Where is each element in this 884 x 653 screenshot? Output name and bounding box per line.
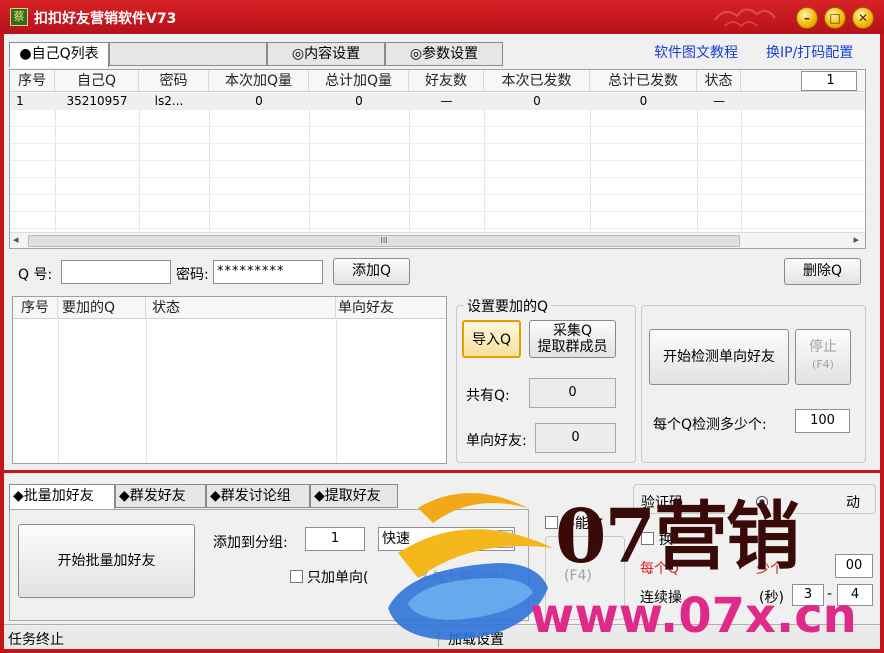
import-q-button[interactable]: 导入Q xyxy=(462,320,521,358)
column-header[interactable]: 状态 xyxy=(146,297,336,319)
tab-content-settings[interactable]: ◎内容设置 xyxy=(267,42,385,66)
scroll-thumb[interactable]: III xyxy=(28,235,740,247)
auto-label: 动 xyxy=(846,495,860,511)
total-q-label: 共有Q: xyxy=(466,388,510,404)
total-q-value: 0 xyxy=(529,378,616,408)
maximize-button[interactable]: □ xyxy=(824,7,846,29)
column-header[interactable]: 要加的Q xyxy=(58,297,146,319)
qq-input[interactable] xyxy=(61,260,171,284)
stop-button-line1: 停止 xyxy=(809,339,837,355)
tab-own-q-list[interactable]: ●自己Q列表 xyxy=(9,42,109,68)
password-label: 密码: xyxy=(176,267,209,283)
close-button[interactable]: ✕ xyxy=(852,7,874,29)
start-batch-add-button[interactable]: 开始批量加好友 xyxy=(18,524,195,598)
column-header[interactable]: 状态 xyxy=(697,70,741,92)
cell-password: ls2... xyxy=(154,94,184,108)
collect-button-line1: 采集Q xyxy=(552,323,593,339)
scroll-right-icon[interactable]: ▸ xyxy=(853,233,859,246)
horizontal-scrollbar[interactable]: ◂ III ▸ xyxy=(10,232,865,248)
watermark-url: www.07x.cn xyxy=(530,588,857,644)
oneway-only-label: 只加单向( xyxy=(307,570,369,586)
tab-param-settings[interactable]: ◎参数设置 xyxy=(385,42,503,66)
scroll-left-icon[interactable]: ◂ xyxy=(13,233,19,246)
tab-batch-add[interactable]: ◆批量加好友 xyxy=(9,484,115,510)
change-ip-link[interactable]: 换IP/打码配置 xyxy=(766,42,853,62)
account-table[interactable]: 序号 自己Q 密码 本次加Q量 总计加Q量 好友数 本次已发数 总计已发数 状态… xyxy=(9,69,866,249)
cell-session-sent: 0 xyxy=(533,94,541,108)
delete-q-button[interactable]: 删除Q xyxy=(784,258,861,285)
per-q-detect-label: 每个Q检测多少个: xyxy=(653,417,767,433)
cloud-ornament-icon xyxy=(714,8,776,28)
column-header[interactable]: 序号 xyxy=(10,70,55,92)
collect-button-line2: 提取群成员 xyxy=(537,339,608,355)
window-title: 扣扣好友营销软件V73 xyxy=(34,11,177,27)
tab-mass-friends[interactable]: ◆群发好友 xyxy=(115,484,206,508)
app-window: 蔡 扣扣好友营销软件V73 – □ ✕ ●自己Q列表 ◎内容设置 ◎参数设置 软… xyxy=(0,0,884,653)
stop-button-line2: (F4) xyxy=(812,358,834,371)
column-header[interactable]: 本次加Q量 xyxy=(209,70,309,92)
tutorial-link[interactable]: 软件图文教程 xyxy=(654,42,738,62)
collect-members-button[interactable]: 采集Q 提取群成员 xyxy=(529,320,616,358)
group-number-input[interactable]: 1 xyxy=(305,527,365,551)
minimize-button[interactable]: – xyxy=(796,7,818,29)
column-header[interactable]: 序号 xyxy=(13,297,58,319)
title-bar[interactable]: 蔡 扣扣好友营销软件V73 – □ ✕ xyxy=(0,0,884,34)
qq-label: Q 号: xyxy=(18,267,53,283)
target-settings-title: 设置要加的Q xyxy=(464,296,552,316)
oneway-friends-label: 单向好友: xyxy=(466,433,527,449)
app-logo-icon: 蔡 xyxy=(10,8,28,26)
cell-qq: 35210957 xyxy=(66,94,128,108)
target-q-table[interactable]: 序号 要加的Q 状态 单向好友 xyxy=(12,296,447,464)
cell-status: — xyxy=(713,94,725,108)
status-text: 任务终止 xyxy=(8,632,64,648)
column-header[interactable]: 密码 xyxy=(139,70,209,92)
column-header[interactable]: 总计加Q量 xyxy=(309,70,409,92)
password-input[interactable]: ********* xyxy=(213,260,323,284)
cell-session-added: 0 xyxy=(255,94,263,108)
cell-index: 1 xyxy=(16,94,24,108)
cell-friends: — xyxy=(440,94,453,108)
page-counter-field[interactable]: 1 xyxy=(801,71,857,91)
start-detect-button[interactable]: 开始检测单向好友 xyxy=(649,329,789,385)
column-header[interactable]: 单向好友 xyxy=(336,297,446,319)
watermark-brand: 07营销 xyxy=(555,494,800,580)
cell-total-added: 0 xyxy=(355,94,363,108)
cell-total-sent: 0 xyxy=(639,94,648,108)
column-header[interactable]: 本次已发数 xyxy=(484,70,590,92)
per-q-add-input[interactable]: 00 xyxy=(835,554,873,578)
tab-blank[interactable] xyxy=(109,42,267,66)
column-header[interactable]: 好友数 xyxy=(409,70,484,92)
column-header[interactable]: 总计已发数 xyxy=(590,70,697,92)
add-q-button[interactable]: 添加Q xyxy=(333,258,410,285)
oneway-friends-value: 0 xyxy=(535,423,616,453)
tab-mass-discussion[interactable]: ◆群发讨论组 xyxy=(206,484,310,508)
stop-detect-button[interactable]: 停止 (F4) xyxy=(795,329,851,385)
column-header[interactable]: 自己Q xyxy=(55,70,139,92)
add-to-group-label: 添加到分组: xyxy=(213,535,288,551)
oneway-only-checkbox[interactable] xyxy=(290,570,303,583)
per-q-detect-input[interactable]: 100 xyxy=(795,409,850,433)
table-row[interactable]: 1 35210957 ls2... 0 0 — 0 0 — xyxy=(10,93,865,109)
